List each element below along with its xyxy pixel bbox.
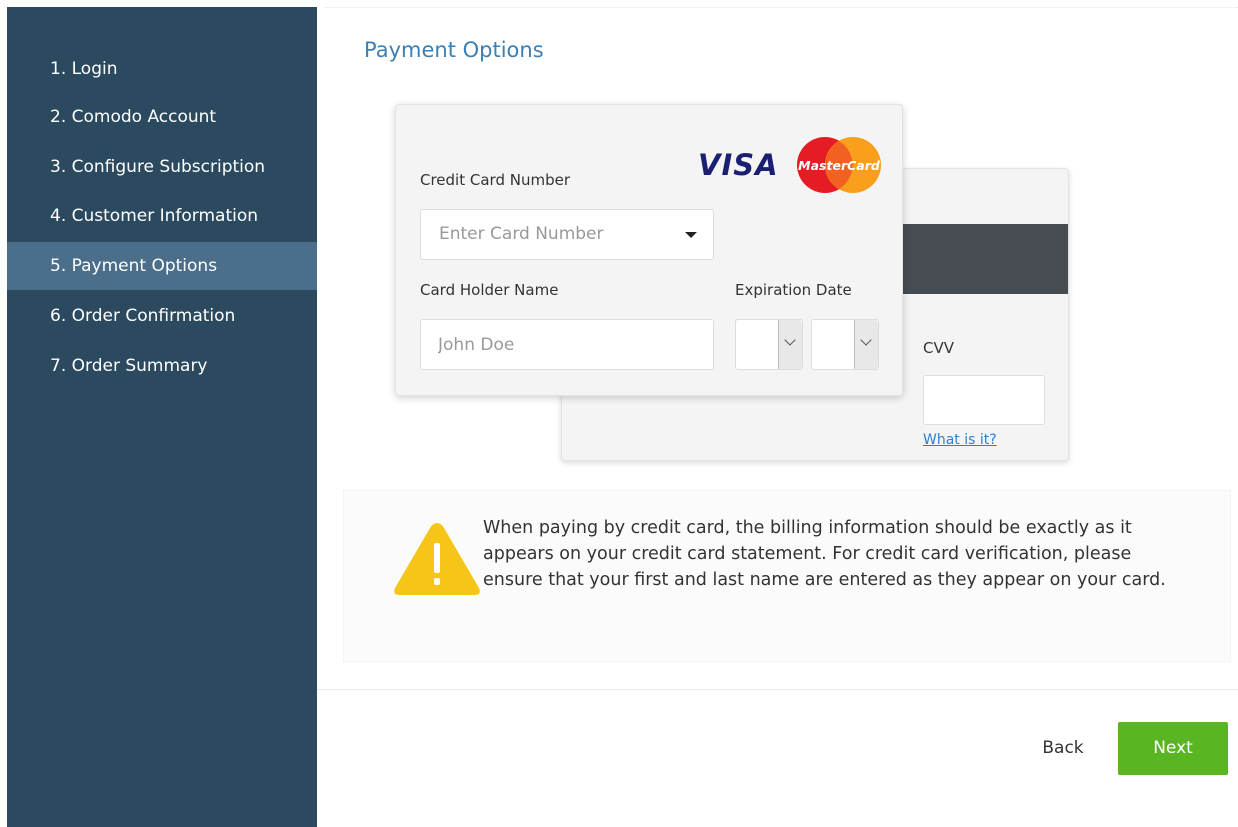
cvv-input[interactable] xyxy=(923,375,1045,425)
card-holder-name-label: Card Holder Name xyxy=(420,281,559,299)
visa-logo: VISA xyxy=(698,148,779,182)
sidebar-item-order-summary[interactable]: 7. Order Summary xyxy=(7,342,317,390)
expiration-month-select[interactable] xyxy=(735,319,803,370)
page-title: Payment Options xyxy=(364,38,544,62)
sidebar-item-comodo-account[interactable]: 2. Comodo Account xyxy=(7,93,317,141)
sidebar-item-order-confirmation[interactable]: 6. Order Confirmation xyxy=(7,292,317,340)
chevron-down-icon xyxy=(854,320,878,369)
mastercard-logo: MasterCard xyxy=(797,137,881,193)
sidebar-item-login[interactable]: 1. Login xyxy=(7,45,317,93)
expiration-year-select[interactable] xyxy=(811,319,879,370)
top-divider xyxy=(325,7,1238,8)
warning-notice: When paying by credit card, the billing … xyxy=(343,490,1231,662)
next-button[interactable]: Next xyxy=(1118,722,1228,775)
chevron-down-icon xyxy=(778,320,802,369)
card-number-placeholder: Enter Card Number xyxy=(439,224,604,244)
card-front: Credit Card Number VISA MasterCard Enter… xyxy=(395,104,903,396)
expiration-date-label: Expiration Date xyxy=(735,281,852,299)
what-is-it-link[interactable]: What is it? xyxy=(923,432,997,448)
back-button[interactable]: Back xyxy=(1022,728,1104,768)
warning-icon xyxy=(394,523,480,595)
svg-text:MasterCard: MasterCard xyxy=(798,158,881,173)
cvv-label: CVV xyxy=(923,339,954,357)
footer-divider xyxy=(317,689,1238,690)
card-number-select[interactable]: Enter Card Number xyxy=(420,209,714,260)
card-number-label: Credit Card Number xyxy=(420,171,570,189)
sidebar-item-configure-subscription[interactable]: 3. Configure Subscription xyxy=(7,143,317,191)
sidebar-item-payment-options[interactable]: 5. Payment Options xyxy=(7,242,317,290)
caret-down-icon xyxy=(685,232,697,238)
sidebar-item-customer-information[interactable]: 4. Customer Information xyxy=(7,192,317,240)
card-holder-name-input[interactable] xyxy=(420,319,714,370)
warning-text: When paying by credit card, the billing … xyxy=(483,518,1166,590)
wizard-sidebar: 1. Login 2. Comodo Account 3. Configure … xyxy=(7,7,317,827)
